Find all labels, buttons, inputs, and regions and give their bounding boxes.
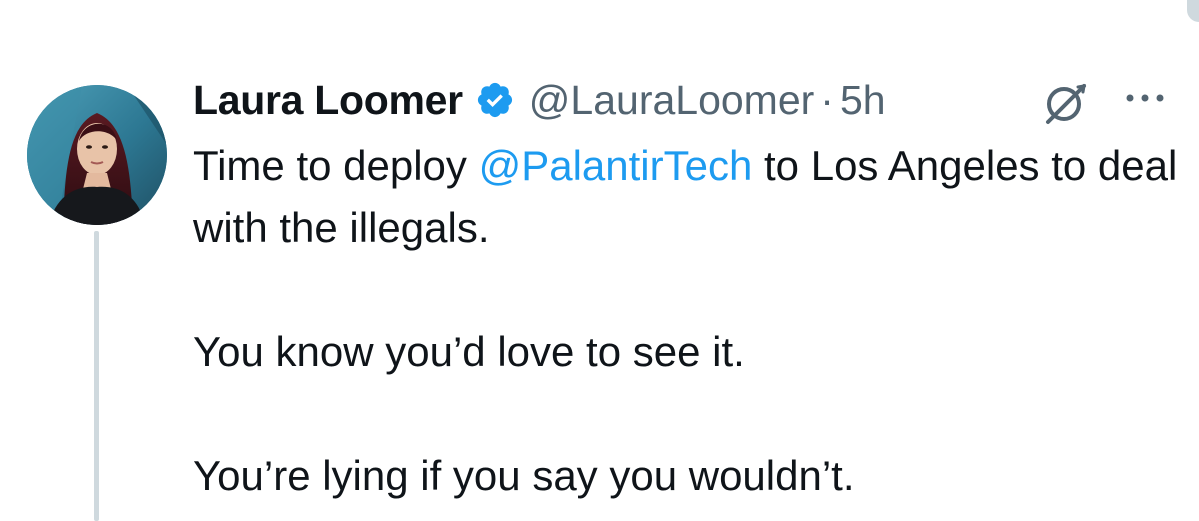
corner-indicator [1187,0,1199,22]
tweet[interactable]: Laura Loomer @LauraLoomer · 5h Time to d… [0,0,1199,521]
tweet-header: Laura Loomer @LauraLoomer · 5h [193,72,886,128]
tweet-paragraph-3: You’re lying if you say you wouldn’t. [193,452,855,499]
tweet-paragraph-2: You know you’d love to see it. [193,328,745,375]
tweet-text-segment: Time to deploy [193,142,479,189]
more-icon[interactable] [1123,86,1167,110]
grok-icon[interactable] [1040,78,1090,128]
avatar-image [27,85,167,225]
avatar[interactable] [27,85,167,225]
mention-link[interactable]: @PalantirTech [479,142,753,189]
header-separator: · [820,77,834,123]
thread-connector-line [94,231,99,521]
display-name[interactable]: Laura Loomer [193,72,463,128]
verified-badge-icon[interactable] [475,80,515,120]
tweet-paragraph-1: Time to deploy @PalantirTech to Los Ange… [193,135,1183,259]
tweet-timestamp[interactable]: 5h [840,72,886,128]
tweet-text: Time to deploy @PalantirTech to Los Ange… [193,135,1183,507]
user-handle[interactable]: @LauraLoomer [529,72,815,128]
